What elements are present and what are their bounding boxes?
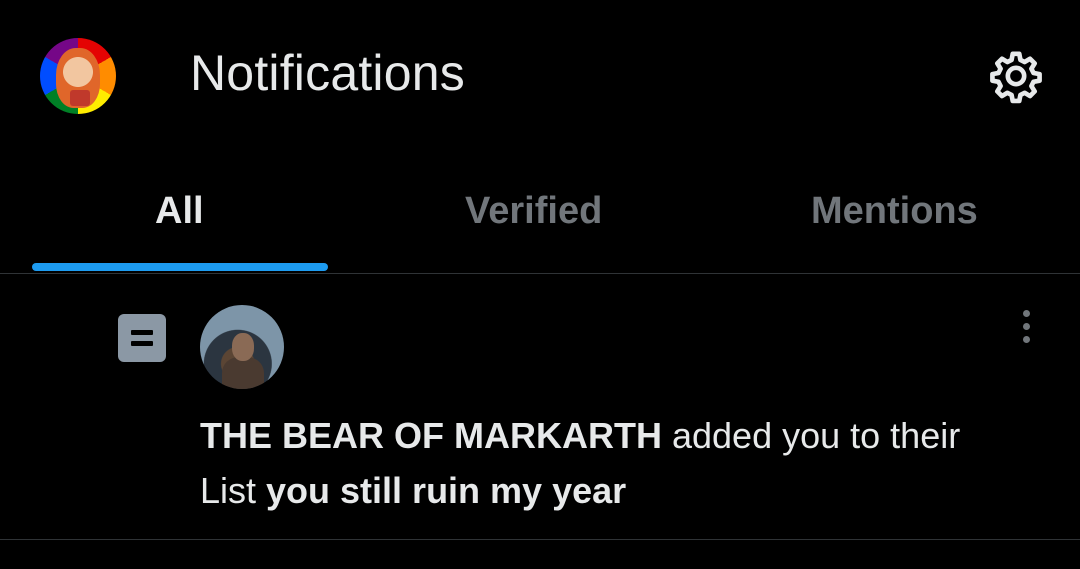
profile-avatar[interactable] [40, 38, 116, 114]
avatar-head [232, 333, 254, 361]
notification-text: THE BEAR OF MARKARTH added you to their … [200, 408, 1020, 518]
more-vertical-icon[interactable] [1016, 310, 1036, 346]
list-icon [118, 314, 166, 362]
tab-verified[interactable]: Verified [465, 190, 602, 233]
list-name[interactable]: you still ruin my year [266, 470, 626, 511]
settings-button[interactable] [986, 46, 1046, 106]
tab-mentions[interactable]: Mentions [811, 190, 978, 233]
user-name[interactable]: THE BEAR OF MARKARTH [200, 415, 662, 456]
page-title: Notifications [190, 45, 465, 101]
user-avatar[interactable] [200, 305, 284, 389]
tab-all[interactable]: All [155, 190, 204, 233]
tab-bar: All Verified Mentions [0, 150, 1080, 274]
avatar-mug [70, 90, 90, 106]
avatar-body [222, 357, 264, 389]
gear-icon [990, 51, 1042, 104]
notification-item[interactable]: THE BEAR OF MARKARTH added you to their … [0, 274, 1080, 540]
active-tab-indicator [32, 263, 328, 271]
header: Notifications [0, 0, 1080, 150]
